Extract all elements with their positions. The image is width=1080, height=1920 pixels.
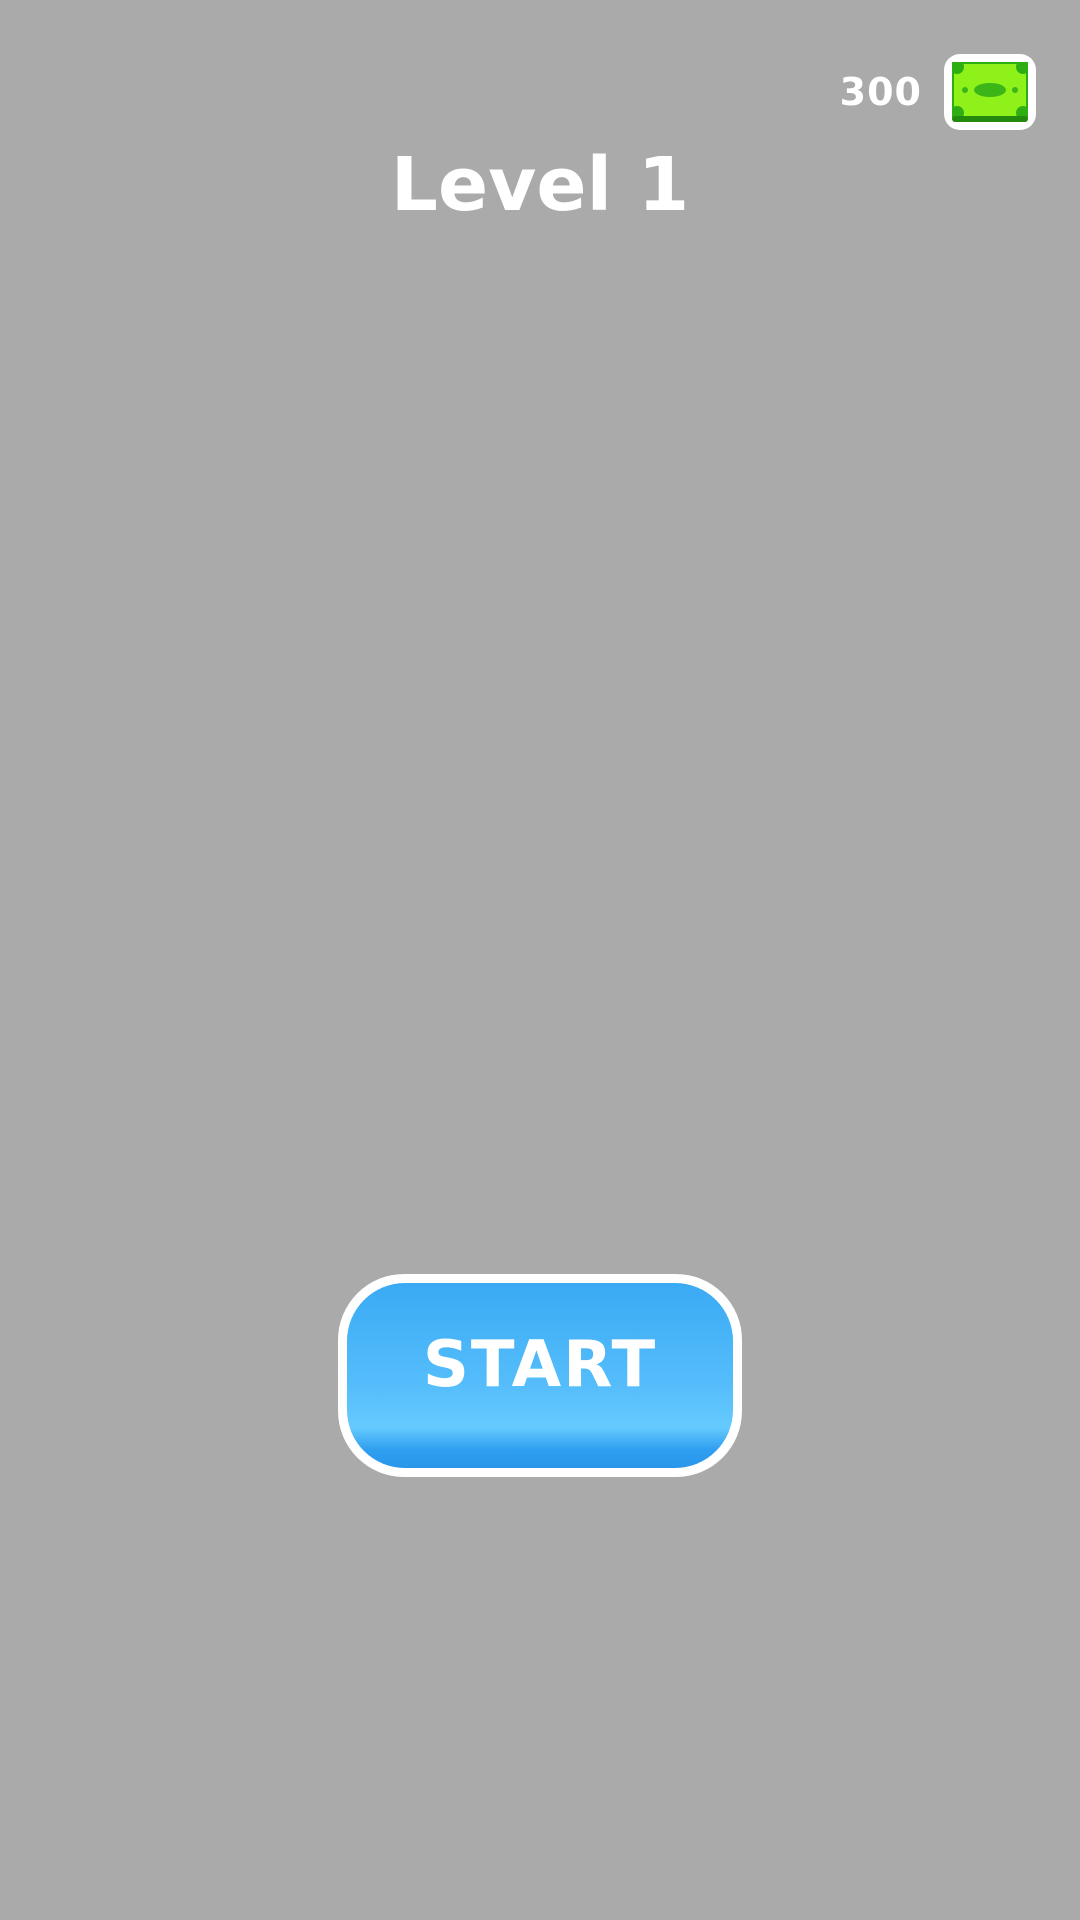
game-screen: 300 Level 1 START bbox=[0, 0, 1080, 1920]
currency-count: 300 bbox=[839, 70, 922, 114]
start-button-label: START bbox=[422, 1327, 658, 1402]
start-button-face[interactable]: START bbox=[347, 1283, 733, 1468]
start-button[interactable]: START bbox=[338, 1274, 742, 1477]
level-title: Level 1 bbox=[390, 142, 690, 228]
cash-icon bbox=[944, 54, 1036, 130]
